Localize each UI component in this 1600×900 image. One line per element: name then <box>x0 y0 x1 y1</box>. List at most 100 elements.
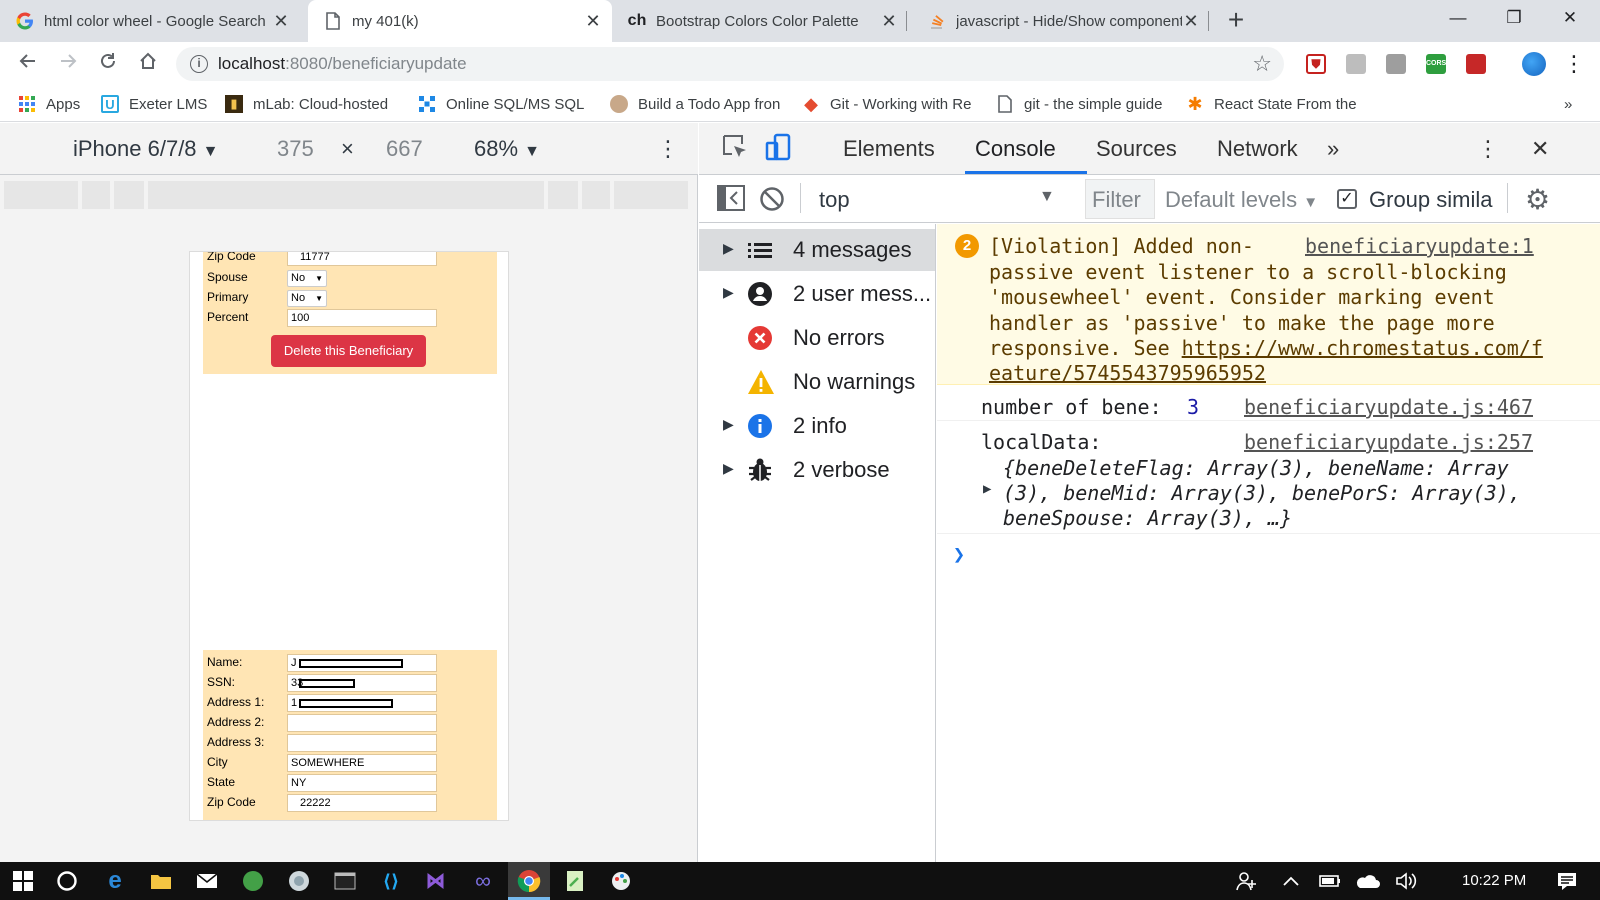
address1-input[interactable]: 1 <box>287 694 437 712</box>
percent-input[interactable]: 100 <box>287 309 437 327</box>
tab-close-icon[interactable]: ✕ <box>272 11 290 32</box>
bug-extension-icon[interactable] <box>1466 54 1486 74</box>
bookmark-exeter-lms[interactable]: U Exeter LMS <box>101 94 211 114</box>
sidebar-item-user-messages[interactable]: ▶ 2 user mess... <box>699 273 935 315</box>
bookmarks-overflow-button[interactable]: » <box>1564 94 1572 114</box>
bookmark-react-state[interactable]: ✱ React State From the <box>1186 94 1358 114</box>
console-settings-gear-icon[interactable]: ⚙ <box>1525 183 1550 216</box>
delete-beneficiary-button[interactable]: Delete this Beneficiary <box>271 335 426 367</box>
mail-icon[interactable] <box>194 868 220 894</box>
source-link[interactable]: beneficiaryupdate:1 <box>1305 234 1534 258</box>
new-tab-button[interactable]: + <box>1222 4 1250 38</box>
tab-my-401k[interactable]: my 401(k) ✕ <box>308 0 612 42</box>
source-link[interactable]: beneficiaryupdate.js:467 <box>1244 395 1533 419</box>
sidebar-item-warnings[interactable]: No warnings <box>699 361 935 403</box>
back-button[interactable] <box>14 50 42 78</box>
bookmark-git-working[interactable]: ◆ Git - Working with Re <box>802 94 972 114</box>
tab-bootstrap-colors[interactable]: ch Bootstrap Colors Color Palette ✕ <box>612 0 908 42</box>
bookmark-apps[interactable]: Apps <box>18 94 80 114</box>
windows-extension-icon[interactable] <box>1386 54 1406 74</box>
name-input[interactable]: J <box>287 654 437 672</box>
browser-menu-icon[interactable]: ⋮ <box>1560 50 1588 78</box>
address3-input[interactable] <box>287 734 437 752</box>
bookmark-todo-app[interactable]: Build a Todo App fron <box>610 94 782 114</box>
state-input[interactable]: NY <box>287 774 437 792</box>
device-height-input[interactable]: 667 <box>386 136 423 162</box>
device-width-input[interactable]: 375 <box>277 136 314 162</box>
clear-console-icon[interactable] <box>759 186 785 218</box>
tab-close-icon[interactable]: ✕ <box>1182 11 1200 32</box>
zip-input[interactable]: 22222 <box>287 794 437 812</box>
tab-network[interactable]: Network <box>1217 136 1298 162</box>
sidebar-item-info[interactable]: ▶ 2 info <box>699 405 935 447</box>
profile-avatar[interactable] <box>1522 52 1546 76</box>
file-explorer-icon[interactable] <box>148 868 174 894</box>
inspect-element-icon[interactable] <box>721 133 749 167</box>
tab-google-search[interactable]: html color wheel - Google Search ✕ <box>0 0 300 42</box>
expand-object-triangle-icon[interactable]: ▶ <box>983 481 991 497</box>
zip-input[interactable]: 11777 <box>287 252 437 266</box>
spouse-select[interactable]: No ▼ <box>287 270 327 287</box>
expand-triangle-icon[interactable]: ▶ <box>723 240 734 257</box>
sidebar-toggle-icon[interactable] <box>717 185 745 217</box>
violation-url-continued[interactable]: eature/5745543795965952 <box>989 361 1266 385</box>
address-bar[interactable]: i localhost:8080/beneficiaryupdate ☆ <box>176 47 1284 81</box>
context-dropdown-icon[interactable]: ▼ <box>1039 188 1055 206</box>
edge-icon[interactable]: e <box>102 867 128 894</box>
onedrive-cloud-icon[interactable] <box>1354 868 1380 894</box>
show-hidden-icons-chevron-icon[interactable] <box>1278 868 1304 894</box>
devtools-menu-icon[interactable]: ⋮ <box>1477 136 1499 162</box>
minimize-button[interactable]: — <box>1430 0 1486 36</box>
zoom-select[interactable]: 68% ▼ <box>474 136 540 162</box>
more-tabs-icon[interactable]: » <box>1327 136 1339 162</box>
violation-message[interactable]: 2 [Violation] Added non- beneficiaryupda… <box>937 224 1600 385</box>
ssn-input[interactable]: 33 <box>287 674 437 692</box>
shield-extension-icon[interactable]: ⛊ <box>1306 54 1326 74</box>
tab-elements[interactable]: Elements <box>843 136 935 162</box>
search-icon[interactable] <box>54 868 80 894</box>
green-app-icon[interactable] <box>240 868 266 894</box>
tab-console[interactable]: Console <box>975 136 1056 162</box>
media-query-bar[interactable] <box>4 181 696 209</box>
console-log-row[interactable]: localData: beneficiaryupdate.js:257 {ben… <box>937 421 1600 534</box>
battery-icon[interactable] <box>1316 868 1342 894</box>
paint-app-icon[interactable] <box>608 868 634 894</box>
bookmark-star-icon[interactable]: ☆ <box>1252 51 1272 77</box>
tab-close-icon[interactable]: ✕ <box>880 11 898 32</box>
bookmark-git-simple-guide[interactable]: git - the simple guide <box>996 94 1172 114</box>
group-similar-checkbox[interactable]: ✓ <box>1337 189 1357 209</box>
vscode-icon[interactable]: ⟨⟩ <box>378 868 404 894</box>
device-select[interactable]: iPhone 6/7/8 ▼ <box>73 136 219 162</box>
primary-select[interactable]: No ▼ <box>287 290 327 307</box>
device-toggle-icon[interactable] <box>765 133 793 169</box>
bookmark-online-sql[interactable]: Online SQL/MS SQL i <box>418 94 588 114</box>
infinity-app-icon[interactable]: ∞ <box>470 868 496 894</box>
action-center-icon[interactable] <box>1554 868 1580 894</box>
devtools-close-icon[interactable]: ✕ <box>1531 136 1549 162</box>
console-prompt-icon[interactable]: ❯ <box>953 542 965 566</box>
tab-sources[interactable]: Sources <box>1096 136 1177 162</box>
windows-start-icon[interactable] <box>10 868 36 894</box>
filter-input[interactable]: Filter <box>1085 179 1155 219</box>
globe-app-icon[interactable] <box>286 868 312 894</box>
context-select[interactable]: top <box>819 187 850 213</box>
people-icon[interactable] <box>1234 868 1260 894</box>
bookmark-mlab[interactable]: ▮ mLab: Cloud-hosted <box>225 94 395 114</box>
tab-stackoverflow[interactable]: javascript - Hide/Show components ✕ <box>912 0 1210 42</box>
volume-icon[interactable] <box>1394 868 1420 894</box>
notepad-plus-icon[interactable] <box>562 868 588 894</box>
source-link[interactable]: beneficiaryupdate.js:257 <box>1244 430 1533 454</box>
cors-extension-icon[interactable]: CORS <box>1426 54 1446 74</box>
expand-triangle-icon[interactable]: ▶ <box>723 460 734 477</box>
sidebar-item-messages[interactable]: ▶ 4 messages <box>699 229 935 271</box>
log-levels-select[interactable]: Default levels ▼ <box>1165 187 1318 213</box>
chrome-taskbar-icon[interactable] <box>508 862 550 900</box>
home-button[interactable] <box>134 50 162 78</box>
visual-studio-icon[interactable] <box>424 868 450 894</box>
sidebar-item-errors[interactable]: No errors <box>699 317 935 359</box>
reload-button[interactable] <box>94 50 122 78</box>
sidebar-item-verbose[interactable]: ▶ 2 verbose <box>699 449 935 491</box>
info-icon[interactable]: i <box>190 55 208 73</box>
expand-triangle-icon[interactable]: ▶ <box>723 284 734 301</box>
forward-button[interactable] <box>54 50 82 78</box>
